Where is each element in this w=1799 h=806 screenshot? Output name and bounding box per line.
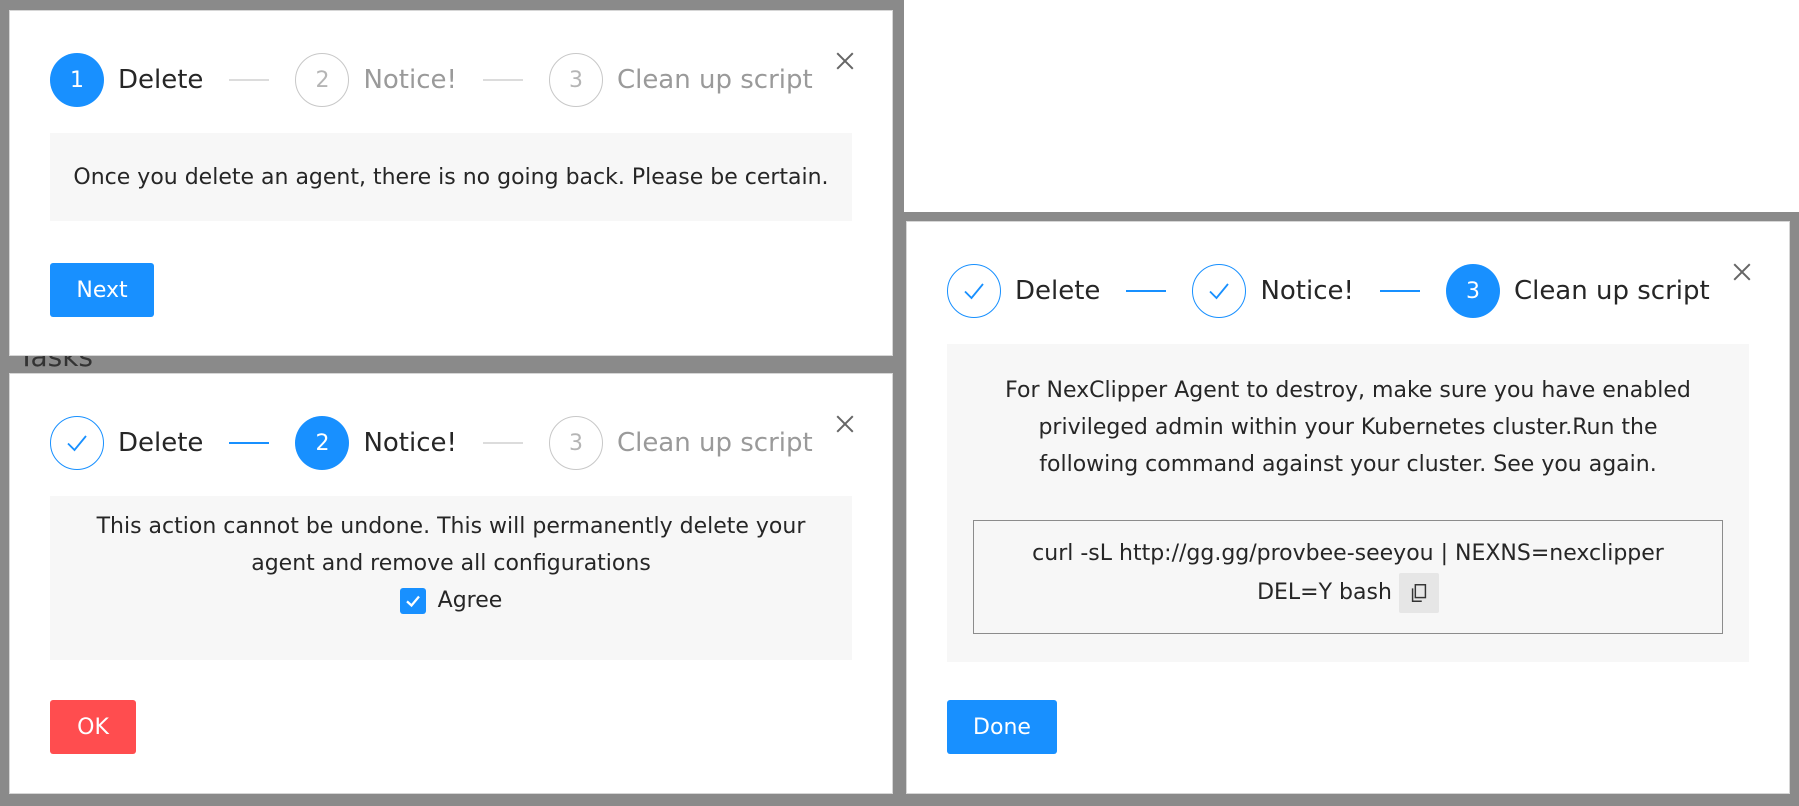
agree-checkbox-row[interactable]: Agree [70,582,832,619]
message-text: This action cannot be undone. This will … [96,514,806,576]
done-button[interactable]: Done [947,700,1057,754]
step-label: Notice! [363,428,457,458]
step-connector [482,79,523,81]
delete-agent-modal-step2: Delete 2 Notice! 3 Clean up script This … [9,373,893,794]
step-label: Clean up script [616,428,813,458]
delete-agent-modal-step1: 1 Delete 2 Notice! 3 Clean up script Onc… [9,10,893,356]
steps-bar: Delete 2 Notice! 3 Clean up script [50,416,813,470]
steps-bar: 1 Delete 2 Notice! 3 Clean up script [50,53,813,107]
check-icon [947,264,1001,318]
command-box: curl -sL http://gg.gg/provbee-seeyou | N… [973,520,1723,634]
step-number-badge: 3 [548,53,603,107]
message-panel: Once you delete an agent, there is no go… [50,133,852,221]
step-delete: Delete [50,416,203,470]
step-label: Delete [1015,276,1101,306]
step-connector [1379,290,1420,292]
step-connector [229,442,270,444]
close-icon[interactable] [1730,260,1754,284]
message-text: Once you delete an agent, there is no go… [73,164,829,190]
message-text: For NexClipper Agent to destroy, make su… [1005,378,1691,477]
step-label: Clean up script [616,65,813,95]
step-notice: 2 Notice! [295,416,457,470]
next-button[interactable]: Next [50,263,154,317]
step-label: Notice! [1260,276,1354,306]
step-label: Notice! [363,65,457,95]
step-delete: 1 Delete [50,53,203,107]
step-cleanup: 3 Clean up script [1445,264,1710,318]
step-number-badge: 1 [50,53,104,107]
step-label: Clean up script [1513,276,1710,306]
step-notice: 2 Notice! [295,53,457,107]
step-number-badge: 3 [1445,264,1500,318]
check-icon [50,416,104,470]
copy-icon [1411,584,1427,602]
close-icon[interactable] [833,412,857,436]
close-icon[interactable] [833,49,857,73]
step-connector [482,442,523,444]
agree-checkbox[interactable] [399,587,426,614]
copy-button[interactable] [1398,573,1439,613]
delete-agent-modal-step3: Delete Notice! 3 Clean up script For Nex… [906,221,1790,794]
steps-bar: Delete Notice! 3 Clean up script [947,264,1710,318]
step-cleanup: 3 Clean up script [548,53,813,107]
step-label: Delete [118,428,204,458]
message-panel: This action cannot be undone. This will … [50,496,852,660]
ok-button[interactable]: OK [50,700,136,754]
step-connector [1126,290,1167,292]
step-number-badge: 3 [548,416,603,470]
step-label: Delete [118,65,204,95]
check-icon [1192,264,1247,318]
step-delete: Delete [947,264,1100,318]
command-text[interactable]: curl -sL http://gg.gg/provbee-seeyou | N… [1032,541,1664,605]
step-connector [229,79,270,81]
step-number-badge: 2 [295,416,350,470]
step-number-badge: 2 [295,53,350,107]
check-icon [405,595,420,607]
step-notice: Notice! [1192,264,1354,318]
agree-label: Agree [437,588,503,613]
step-cleanup: 3 Clean up script [548,416,813,470]
